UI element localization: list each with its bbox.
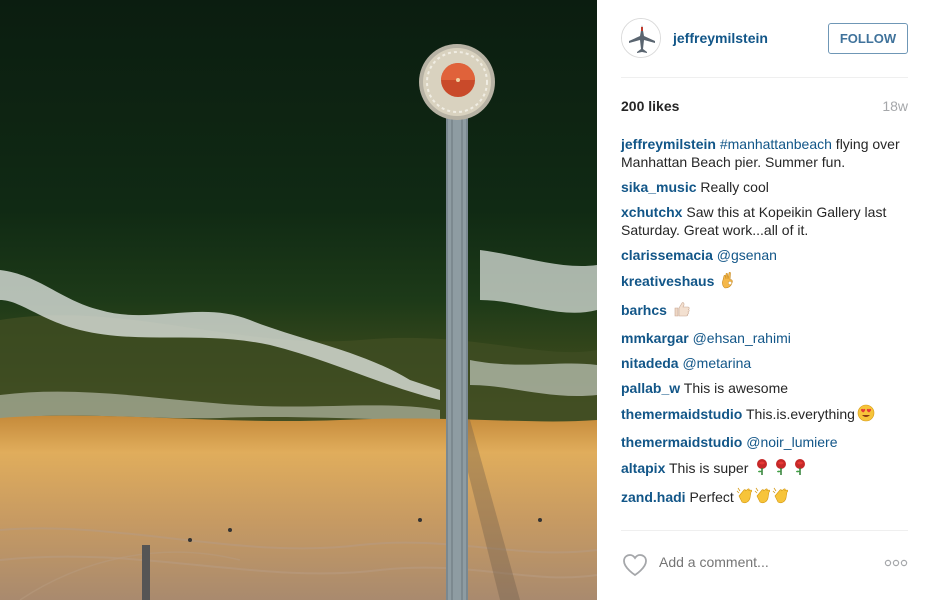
comment-username[interactable]: sika_music — [621, 179, 697, 195]
comment-text: Perfect — [685, 489, 734, 505]
heart-eyes-emoji-icon — [857, 404, 875, 426]
comment-mention[interactable]: @metarina — [682, 355, 751, 371]
comment-username[interactable]: themermaidstudio — [621, 406, 742, 422]
comment-text: This is super — [665, 460, 753, 476]
more-options-icon[interactable] — [884, 558, 908, 568]
comment-username[interactable]: zand.hadi — [621, 489, 686, 505]
post-username[interactable]: jeffreymilstein — [673, 30, 768, 46]
comment-text: This is awesome — [680, 380, 789, 396]
comment-mention[interactable]: @ehsan_rahimi — [693, 330, 791, 346]
comment-item: nitadeda @metarina — [621, 354, 914, 372]
comment-username[interactable]: kreativeshaus — [621, 273, 714, 289]
thumbs-up-emoji-icon — [673, 300, 691, 322]
comment-mention[interactable]: #manhattanbeach — [720, 136, 832, 152]
comment-username[interactable]: xchutchx — [621, 204, 682, 220]
comment-username[interactable]: mmkargar — [621, 330, 689, 346]
comment-text: Really cool — [696, 179, 769, 195]
heart-icon[interactable] — [621, 551, 649, 579]
avatar[interactable] — [621, 18, 661, 58]
comment-username[interactable]: pallab_w — [621, 380, 680, 396]
comment-item: altapix This is super — [621, 458, 914, 480]
comment-item: mmkargar @ehsan_rahimi — [621, 329, 914, 347]
comments-list: jeffreymilstein #manhattanbeach flying o… — [621, 135, 914, 516]
post-details-panel: jeffreymilstein FOLLOW 200 likes 18w jef… — [597, 0, 932, 600]
comment-username[interactable]: nitadeda — [621, 355, 679, 371]
comment-mention[interactable]: @noir_lumiere — [746, 434, 837, 450]
post-footer — [621, 530, 908, 600]
comment-item: clarissemacia @gsenan — [621, 246, 914, 264]
post-age[interactable]: 18w — [882, 98, 908, 114]
comment-item: sika_music Really cool — [621, 178, 914, 196]
comment-item: xchutchx Saw this at Kopeikin Gallery la… — [621, 203, 914, 239]
comment-text: This.is.everything — [742, 406, 855, 422]
post-photo[interactable] — [0, 0, 597, 600]
comment-username[interactable]: themermaidstudio — [621, 434, 742, 450]
comment-item: pallab_w This is awesome — [621, 379, 914, 397]
post-header: jeffreymilstein FOLLOW — [621, 0, 908, 78]
comment-item: zand.hadi Perfect — [621, 487, 914, 509]
comment-username[interactable]: clarissemacia — [621, 247, 713, 263]
comment-mention[interactable]: @gsenan — [717, 247, 777, 263]
clap-emoji-icon — [736, 487, 790, 509]
comment-item: jeffreymilstein #manhattanbeach flying o… — [621, 135, 914, 171]
likes-count[interactable]: 200 likes — [621, 98, 679, 114]
rose-emoji-icon — [754, 458, 808, 480]
comment-item: barhcs — [621, 300, 914, 322]
add-comment-input[interactable] — [659, 554, 859, 570]
comment-item: themermaidstudio This.is.everything — [621, 404, 914, 426]
comment-username[interactable]: jeffreymilstein — [621, 136, 716, 152]
follow-button[interactable]: FOLLOW — [828, 23, 908, 54]
comment-item: kreativeshaus — [621, 271, 914, 293]
airplane-icon — [622, 19, 660, 57]
comment-item: themermaidstudio @noir_lumiere — [621, 433, 914, 451]
comment-username[interactable]: altapix — [621, 460, 665, 476]
ok-hand-emoji-icon — [720, 271, 736, 293]
comment-username[interactable]: barhcs — [621, 302, 667, 318]
